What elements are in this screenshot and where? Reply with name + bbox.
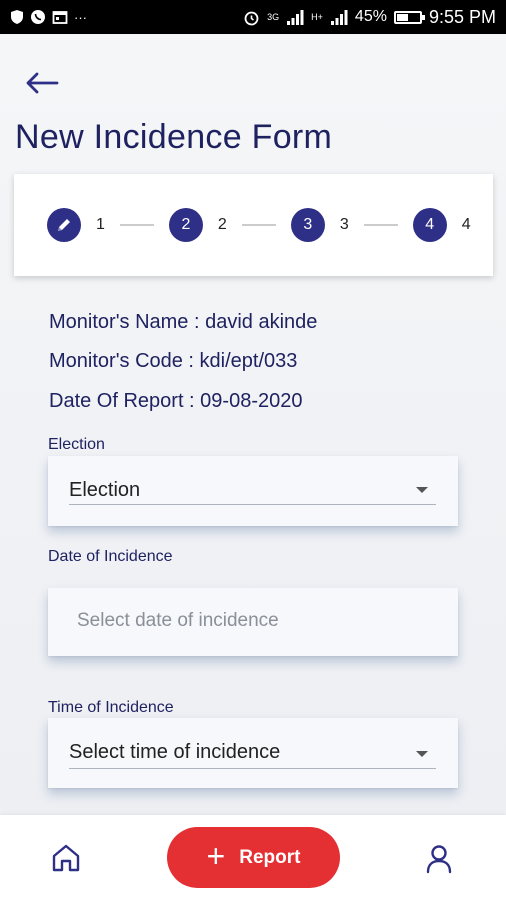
step-1-label: 1 bbox=[96, 216, 105, 233]
monitor-code: Monitor's Code : kdi/ept/033 bbox=[49, 350, 298, 372]
calendar-icon bbox=[52, 11, 68, 24]
election-label: Election bbox=[48, 436, 105, 453]
battery-icon bbox=[393, 10, 425, 24]
step-4-label: 4 bbox=[461, 216, 471, 233]
chevron-down-icon bbox=[416, 751, 428, 757]
step-2[interactable]: 2 2 bbox=[168, 208, 227, 242]
step-3[interactable]: 3 3 bbox=[290, 208, 349, 242]
election-value: Election bbox=[69, 479, 141, 501]
clock: 9:55 PM bbox=[428, 6, 496, 27]
back-button[interactable] bbox=[22, 66, 62, 100]
network-type-2: H+ bbox=[311, 11, 323, 22]
monitor-name: Monitor's Name : david akinde bbox=[49, 311, 318, 333]
home-icon bbox=[52, 844, 80, 872]
signal-icon-2 bbox=[330, 9, 348, 25]
back-arrow-icon bbox=[26, 72, 59, 94]
chevron-down-icon bbox=[416, 487, 428, 493]
time-of-incidence-label: Time of Incidence bbox=[48, 699, 174, 716]
more-notifications: ··· bbox=[74, 9, 87, 25]
status-right-icons: 3G H+ 45% 9:55 PM bbox=[243, 7, 496, 28]
step-connector bbox=[241, 224, 276, 226]
step-3-circle[interactable]: 3 bbox=[290, 208, 325, 242]
page-title: New Incidence Form bbox=[15, 118, 333, 156]
screen: New Incidence Form 1 2 2 3 3 4 4 Monitor… bbox=[0, 34, 506, 900]
person-icon bbox=[426, 845, 452, 874]
select-underline bbox=[69, 504, 436, 505]
time-of-incidence-select[interactable]: Select time of incidence bbox=[48, 718, 458, 788]
whatsapp-icon bbox=[31, 10, 45, 24]
profile-button[interactable] bbox=[425, 844, 453, 879]
status-left-icons: ··· bbox=[10, 9, 87, 25]
date-of-report: Date Of Report : 09-08-2020 bbox=[49, 390, 303, 412]
step-1[interactable]: 1 bbox=[47, 208, 105, 242]
election-select[interactable]: Election bbox=[48, 456, 458, 526]
battery-percent: 45% bbox=[354, 8, 387, 25]
step-2-label: 2 bbox=[217, 216, 227, 233]
step-connector bbox=[363, 224, 398, 226]
network-type-1: 3G bbox=[267, 11, 280, 22]
home-button[interactable] bbox=[50, 843, 82, 878]
status-bar: ··· 3G H+ 45% 9:55 PM bbox=[0, 0, 506, 34]
report-button-label: Report bbox=[239, 846, 301, 868]
step-2-circle[interactable]: 2 bbox=[168, 208, 203, 242]
date-of-incidence-placeholder: Select date of incidence bbox=[77, 610, 279, 631]
step-connector bbox=[119, 224, 154, 226]
step-1-circle[interactable] bbox=[47, 208, 81, 242]
pencil-icon bbox=[58, 219, 70, 231]
signal-icon bbox=[287, 9, 304, 25]
time-of-incidence-value: Select time of incidence bbox=[69, 741, 281, 763]
step-4-circle[interactable]: 4 bbox=[412, 208, 447, 242]
stepper-card: 1 2 2 3 3 4 4 bbox=[14, 174, 493, 276]
select-underline bbox=[69, 768, 436, 769]
step-4[interactable]: 4 4 bbox=[412, 208, 471, 242]
date-of-incidence-label: Date of Incidence bbox=[48, 548, 173, 565]
date-of-incidence-input[interactable]: Select date of incidence bbox=[48, 588, 458, 656]
plus-icon: + bbox=[206, 838, 226, 874]
alarm-icon bbox=[244, 11, 259, 25]
step-3-label: 3 bbox=[339, 216, 349, 233]
shield-icon bbox=[11, 10, 23, 24]
report-button[interactable]: + Report bbox=[167, 827, 340, 888]
bottom-nav: + Report bbox=[0, 815, 506, 900]
